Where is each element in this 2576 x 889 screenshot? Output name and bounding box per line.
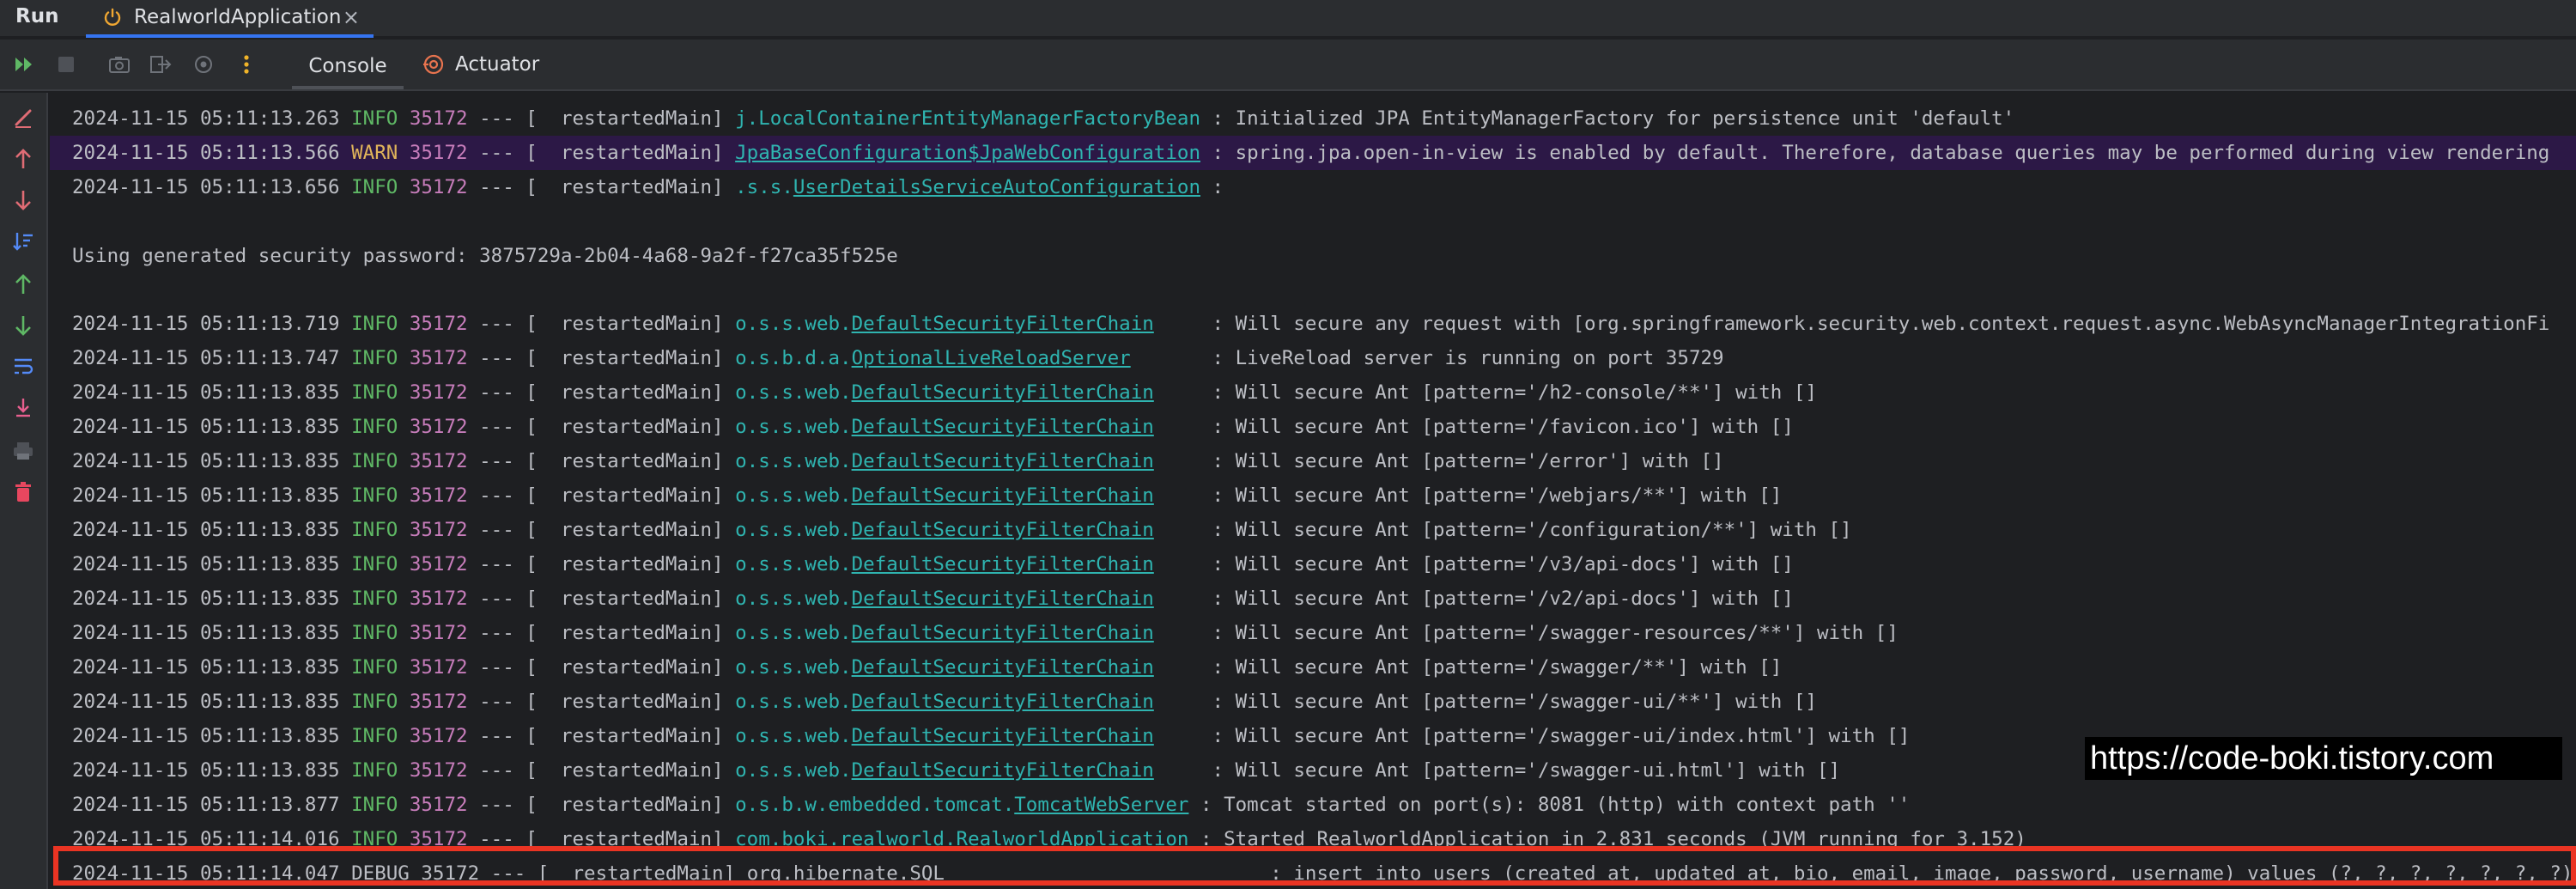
logger-link[interactable]: JpaBaseConfiguration$JpaWebConfiguration: [735, 142, 1200, 164]
log-line: 2024-11-15 05:11:13.747 INFO 35172 --- […: [72, 347, 1724, 369]
tab-console[interactable]: Console: [292, 40, 404, 89]
camera-icon[interactable]: [106, 52, 132, 77]
log-line: 2024-11-15 05:11:13.263 INFO 35172 --- […: [72, 107, 2015, 130]
arrow-up-icon[interactable]: [10, 146, 36, 172]
logger-link[interactable]: o.s.s.web.DefaultSecurityFilterChain: [735, 416, 1154, 438]
more-icon[interactable]: [234, 52, 259, 77]
tab-actuator-label: Actuator: [455, 53, 540, 76]
log-line: 2024-11-15 05:11:13.835 INFO 35172 --- […: [72, 553, 1794, 575]
log-line: 2024-11-15 05:11:13.835 INFO 35172 --- […: [72, 381, 1817, 404]
log-line: 2024-11-15 05:11:13.656 INFO 35172 --- […: [72, 176, 1224, 198]
run-tool-window-header: Run RealworldApplication ×: [0, 0, 2576, 38]
close-icon[interactable]: ×: [343, 5, 360, 29]
log-line: 2024-11-15 05:11:13.835 INFO 35172 --- […: [72, 519, 1852, 541]
log-line: 2024-11-15 05:11:13.835 INFO 35172 --- […: [72, 416, 1794, 438]
logger-link[interactable]: o.s.s.web.DefaultSecurityFilterChain: [735, 519, 1154, 541]
arrow-down-icon[interactable]: [10, 187, 36, 213]
actuator-icon: [421, 52, 447, 77]
settings-icon[interactable]: [191, 52, 216, 77]
log-line: 2024-11-15 05:11:13.835 INFO 35172 --- […: [72, 588, 1794, 610]
logger-link[interactable]: o.s.s.web.DefaultSecurityFilterChain: [735, 381, 1154, 404]
logger-link[interactable]: o.s.s.web.DefaultSecurityFilterChain: [735, 622, 1154, 644]
logger-link[interactable]: o.s.b.d.a.OptionalLiveReloadServer: [735, 347, 1131, 369]
log-line-warn: 2024-11-15 05:11:13.566 WARN 35172 --- […: [50, 136, 2576, 170]
pencil-icon[interactable]: [10, 105, 36, 131]
log-line: 2024-11-15 05:11:13.835 INFO 35172 --- […: [72, 759, 1841, 782]
highlight-box: [53, 846, 2576, 886]
power-icon: [101, 6, 124, 28]
logger-link[interactable]: o.s.s.web.DefaultSecurityFilterChain: [735, 759, 1154, 782]
exit-icon[interactable]: [148, 52, 173, 77]
log-line: 2024-11-15 05:11:13.719 INFO 35172 --- […: [72, 313, 2550, 335]
log-line: 2024-11-15 05:11:13.877 INFO 35172 --- […: [72, 794, 1911, 816]
tab-actuator[interactable]: Actuator: [421, 40, 539, 89]
log-line: 2024-11-15 05:11:13.835 INFO 35172 --- […: [72, 450, 1724, 472]
logger-link[interactable]: o.s.s.web.DefaultSecurityFilterChain: [735, 588, 1154, 610]
logger-link[interactable]: o.s.s.web.DefaultSecurityFilterChain: [735, 553, 1154, 575]
watermark: https://code-boki.tistory.com: [2085, 737, 2562, 780]
trash-icon[interactable]: [10, 479, 36, 505]
logger-link[interactable]: o.s.s.web.DefaultSecurityFilterChain: [735, 484, 1154, 507]
logger-link[interactable]: o.s.s.web.DefaultSecurityFilterChain: [735, 450, 1154, 472]
security-password-line: Using generated security password: 38757…: [72, 245, 898, 267]
logger-link[interactable]: .s.s.UserDetailsServiceAutoConfiguration: [735, 176, 1200, 198]
tab-realworld-application[interactable]: RealworldApplication ×: [86, 0, 374, 38]
log-line: 2024-11-15 05:11:13.835 INFO 35172 --- […: [72, 484, 1783, 507]
logger-link[interactable]: o.s.s.web.DefaultSecurityFilterChain: [735, 656, 1154, 679]
print-icon[interactable]: [10, 438, 36, 464]
run-toolbar: Console Actuator: [0, 40, 2576, 91]
arrow-down-icon[interactable]: [10, 313, 36, 338]
log-line: 2024-11-15 05:11:13.835 INFO 35172 --- […: [72, 725, 1911, 747]
logger-link[interactable]: o.s.s.web.DefaultSecurityFilterChain: [735, 313, 1154, 335]
logger-link[interactable]: j.LocalContainerEntityManagerFactoryBean: [735, 107, 1200, 130]
scroll-to-end-icon[interactable]: [10, 395, 36, 421]
rerun-icon[interactable]: [12, 52, 38, 77]
logger-link[interactable]: o.s.b.w.embedded.tomcat.TomcatWebServer: [735, 794, 1188, 816]
logger-link[interactable]: o.s.s.web.DefaultSecurityFilterChain: [735, 725, 1154, 747]
soft-wrap-icon[interactable]: [10, 354, 36, 380]
arrow-up-icon[interactable]: [10, 271, 36, 297]
logger-link[interactable]: o.s.s.web.DefaultSecurityFilterChain: [735, 691, 1154, 713]
sort-icon[interactable]: [10, 228, 36, 254]
log-line: 2024-11-15 05:11:13.835 INFO 35172 --- […: [72, 622, 1899, 644]
tab-label: RealworldApplication: [134, 6, 342, 28]
console-side-toolbar: [0, 93, 48, 889]
stop-icon[interactable]: [53, 52, 79, 77]
log-line: 2024-11-15 05:11:13.835 INFO 35172 --- […: [72, 656, 1783, 679]
log-line: 2024-11-15 05:11:13.835 INFO 35172 --- […: [72, 691, 1817, 713]
run-title: Run: [15, 5, 59, 27]
